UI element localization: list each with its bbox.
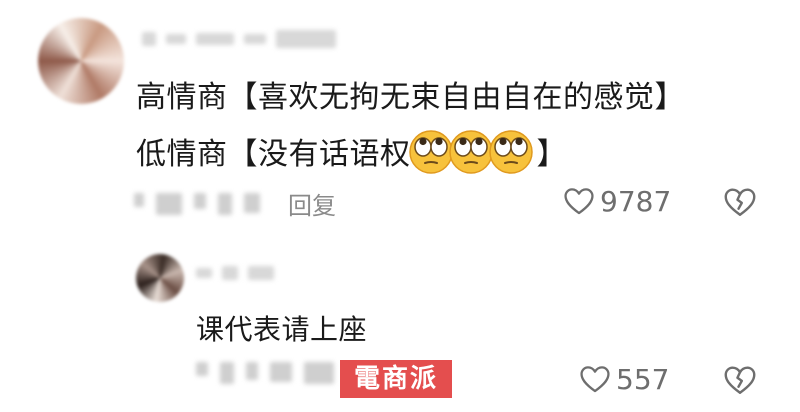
dislike-button[interactable] xyxy=(722,184,758,220)
like-count: 9787 xyxy=(600,184,672,218)
commenter-avatar[interactable] xyxy=(38,18,124,104)
reply-text: 课代表请上座 xyxy=(196,313,368,346)
replier-avatar[interactable] xyxy=(136,254,184,302)
comment-text-line-2: 低情商【没有话语权 】 xyxy=(136,127,567,175)
heart-outline-icon xyxy=(564,188,594,215)
comment-thread: 高情商【喜欢无拘无束自由自在的感觉】 低情商【没有话语权 】 回复 9787 课… xyxy=(0,0,800,412)
reply-meta-blurred xyxy=(196,362,334,384)
heart-outline-icon xyxy=(580,366,610,393)
broken-heart-icon xyxy=(724,188,756,216)
reply-like-count: 557 xyxy=(616,362,670,396)
replier-username-blurred[interactable] xyxy=(196,266,274,280)
watermark-logo: 電商派 xyxy=(340,360,452,398)
reply-meta xyxy=(196,362,334,384)
comment-text-line-1: 高情商【喜欢无拘无束自由自在的感觉】 xyxy=(136,80,685,115)
reply-button[interactable]: 回复 xyxy=(288,186,336,221)
eye-roll-emoji-icon xyxy=(488,130,533,174)
like-button[interactable]: 9787 xyxy=(562,184,671,218)
reply-like-button[interactable]: 557 xyxy=(578,362,669,396)
reply-dislike-button[interactable] xyxy=(722,362,758,398)
commenter-username-blurred[interactable] xyxy=(142,30,336,48)
comment-meta-blurred xyxy=(134,192,260,215)
comment-text-line-2-suffix: 】 xyxy=(536,137,567,172)
comment-text-line-2-prefix: 低情商【没有话语权 xyxy=(136,137,411,172)
broken-heart-icon xyxy=(724,366,756,394)
comment-meta: 回复 xyxy=(134,186,336,221)
